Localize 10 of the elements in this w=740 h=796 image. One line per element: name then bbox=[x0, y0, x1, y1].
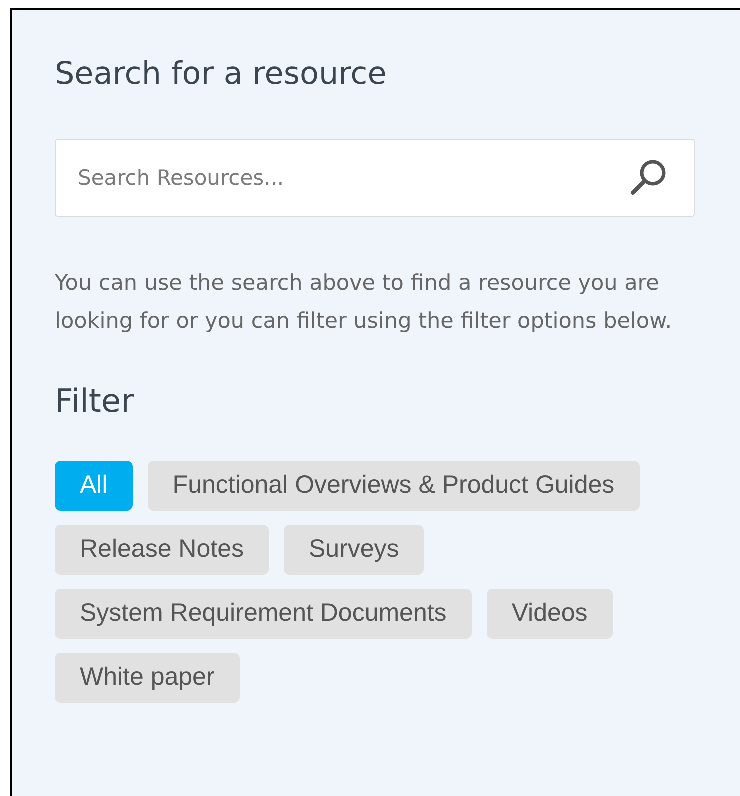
filter-chip[interactable]: Release Notes bbox=[55, 525, 269, 575]
filter-chip[interactable]: Surveys bbox=[284, 525, 424, 575]
filter-heading: Filter bbox=[55, 381, 134, 422]
search-field[interactable]: Search Resources... bbox=[55, 139, 695, 217]
filter-chip[interactable]: System Requirement Documents bbox=[55, 589, 472, 639]
filter-chip[interactable]: Functional Overviews & Product Guides bbox=[148, 461, 640, 511]
filter-chip[interactable]: Videos bbox=[486, 589, 613, 639]
panel-title: Search for a resource bbox=[55, 55, 387, 94]
description-text: You can use the search above to find a resource you are looking for or you can filter using the filter options below. bbox=[55, 270, 674, 336]
filter-chip[interactable]: White paper bbox=[55, 653, 240, 703]
